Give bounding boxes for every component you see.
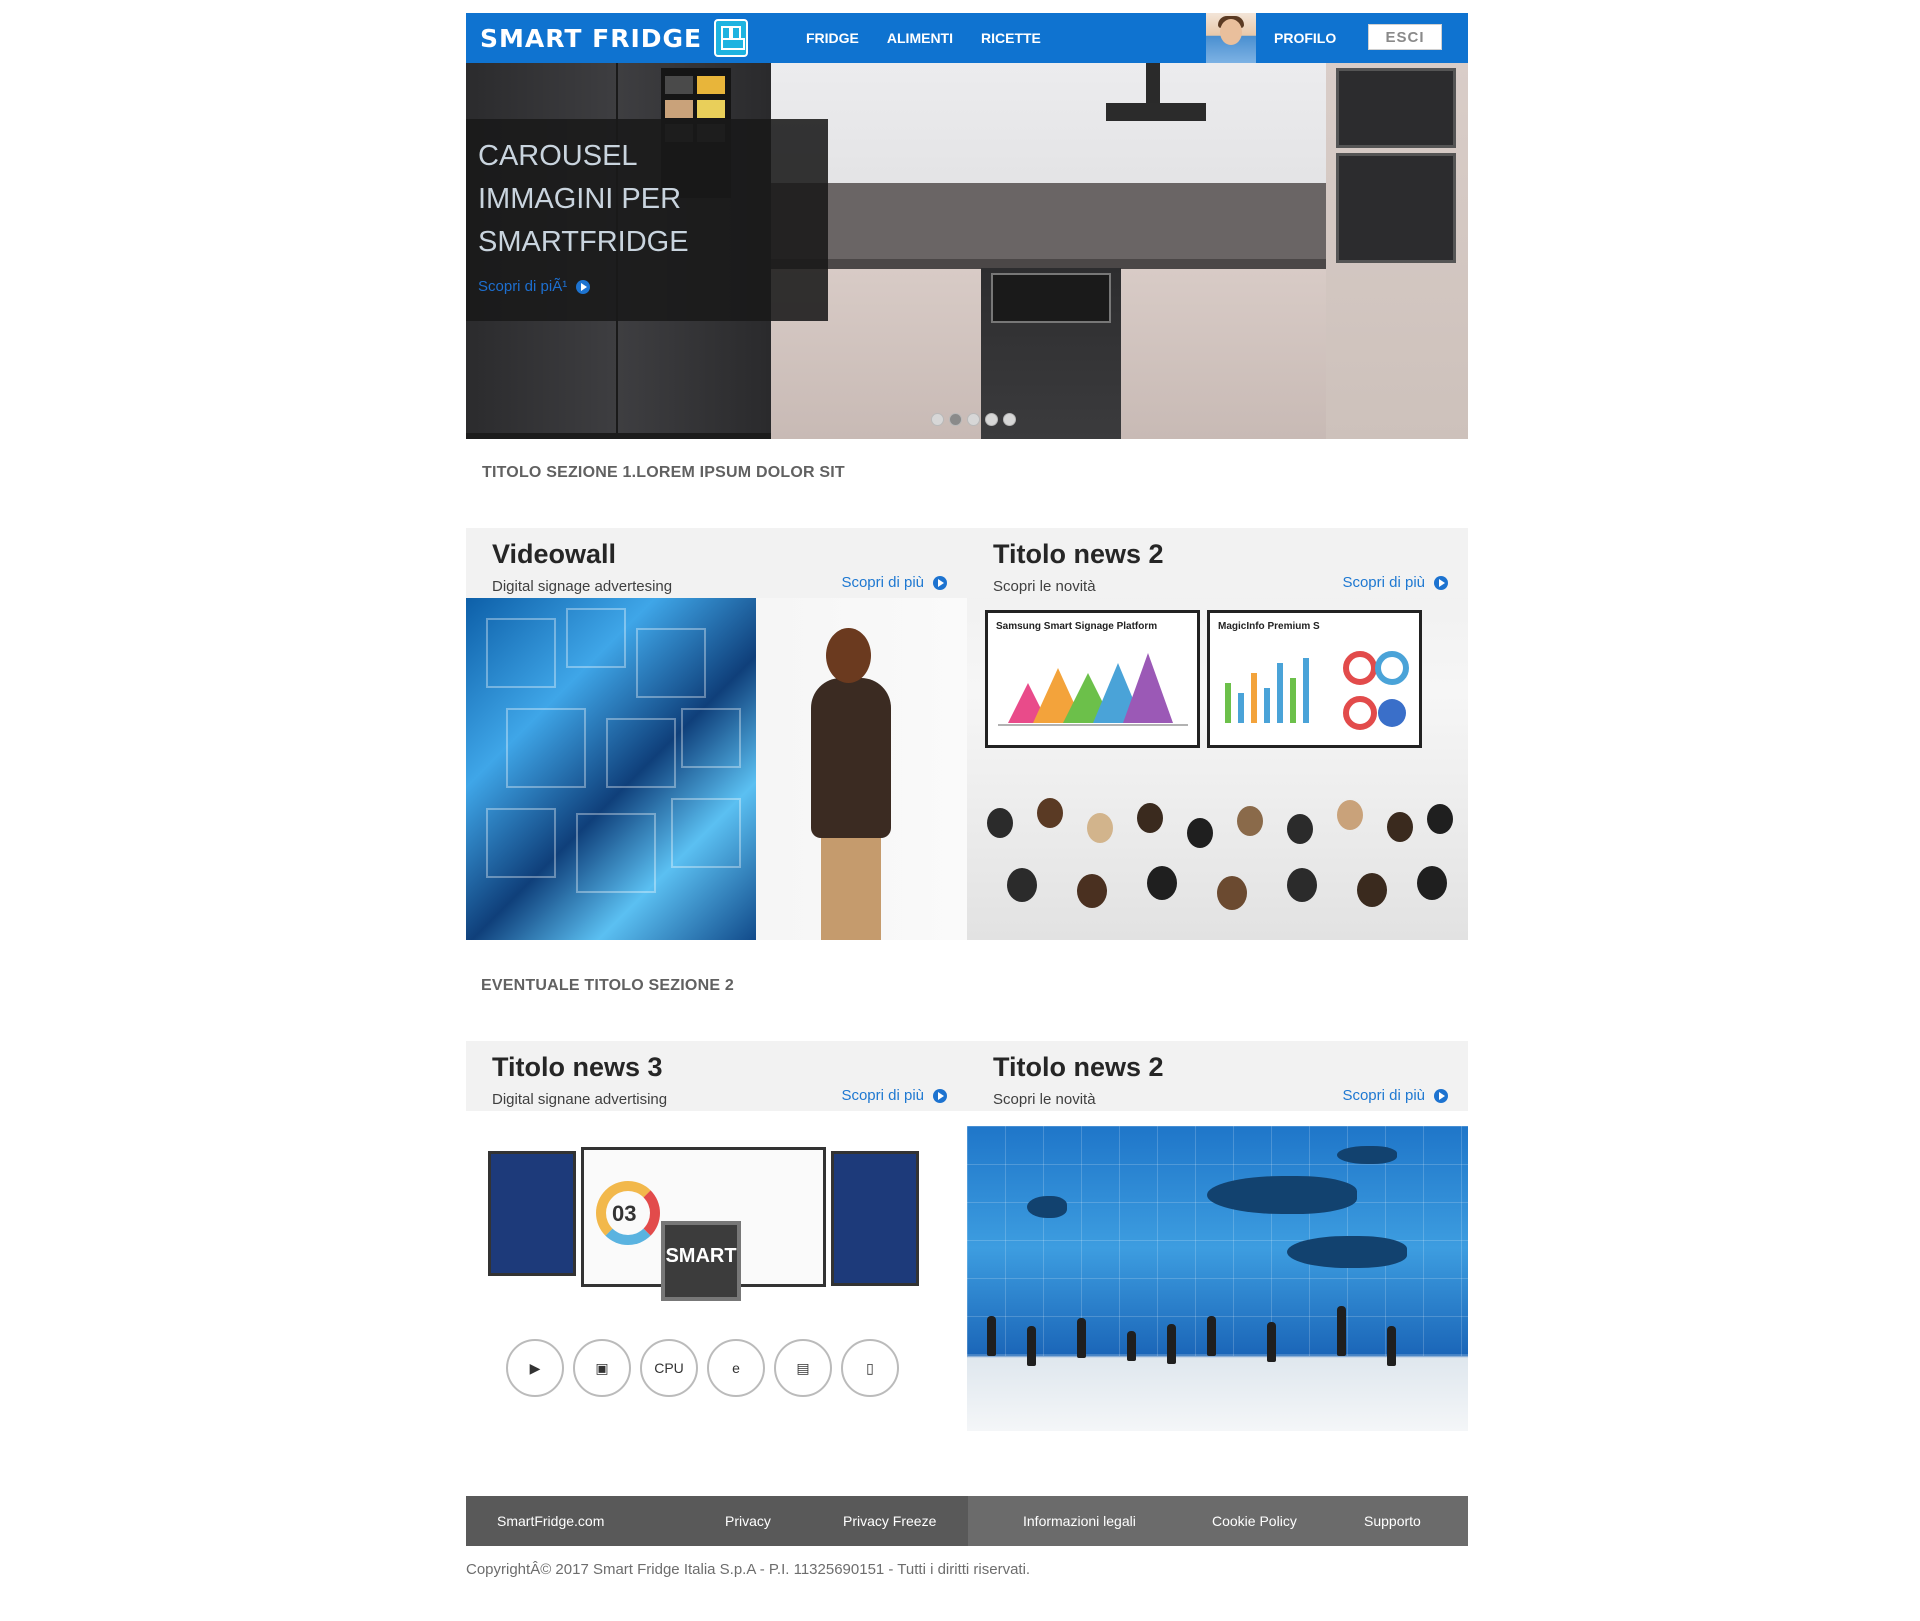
section-1-title: TITOLO SEZIONE 1.LOREM IPSUM DOLOR SIT [482, 464, 845, 481]
card-more-link[interactable]: Scopri di più [841, 574, 947, 591]
card-more-link[interactable]: Scopri di più [1342, 1087, 1448, 1104]
news-card-2[interactable]: Samsung Smart Signage Platform MagicInfo… [967, 528, 1468, 940]
card-title: Videowall [492, 539, 617, 569]
copyright-text: CopyrightÂ© 2017 Smart Fridge Italia S.p… [466, 1561, 1031, 1578]
footer-bar: SmartFridge.com Privacy Privacy Freeze I… [466, 1496, 1468, 1546]
card-subtitle: Digital signage advertesing [492, 578, 673, 595]
card-more-link[interactable]: Scopri di più [1342, 574, 1448, 591]
woman-figure [796, 628, 906, 940]
signage-screen-left: Samsung Smart Signage Platform [985, 610, 1200, 748]
card-header: Titolo news 2 Scopri le novità Scopri di… [967, 528, 1468, 598]
section-2-cards: 03 SMART ▶ ▣ CPU e ▤ ▯ Titolo news 3 Dig… [466, 1041, 1468, 1431]
card-more-label: Scopri di più [841, 1087, 924, 1104]
card-subtitle: Digital signane advertising [492, 1091, 668, 1108]
storage-icon: ▤ [774, 1339, 832, 1397]
footer-link-support[interactable]: Supporto [1364, 1513, 1421, 1529]
play-circle-icon [933, 575, 947, 590]
card-more-label: Scopri di più [1342, 1087, 1425, 1104]
content-area: TITOLO SEZIONE 1.LOREM IPSUM DOLOR SIT V… [466, 0, 1468, 1621]
footer-link-privacy[interactable]: Privacy [725, 1513, 771, 1529]
card-header: Videowall Digital signage advertesing Sc… [466, 528, 967, 598]
image-icon: ▣ [573, 1339, 631, 1397]
card-title: Titolo news 2 [993, 539, 1164, 569]
cpu-icon-label: CPU [654, 1360, 684, 1376]
chip-label: SMART [665, 1245, 737, 1267]
bar-chart-graphic [1225, 651, 1409, 730]
video-icon: ▶ [506, 1339, 564, 1397]
card-more-link[interactable]: Scopri di più [841, 1087, 947, 1104]
card-more-label: Scopri di più [1342, 574, 1425, 591]
signage-platform-image: 03 SMART ▶ ▣ CPU e ▤ ▯ [466, 1111, 967, 1431]
news-card-videowall[interactable]: Videowall Digital signage advertesing Sc… [466, 528, 967, 940]
card-subtitle: Scopri le novità [993, 578, 1096, 595]
audience-crowd [967, 778, 1468, 940]
play-circle-icon [1434, 575, 1448, 590]
play-circle-icon [933, 1088, 947, 1103]
footer-link-cookie-policy[interactable]: Cookie Policy [1212, 1513, 1297, 1529]
browser-icon: e [707, 1339, 765, 1397]
footer-link-legal[interactable]: Informazioni legali [1023, 1513, 1136, 1529]
card-subtitle: Scopri le novità [993, 1091, 1096, 1108]
play-circle-icon [1434, 1088, 1448, 1103]
news-card-4[interactable]: Titolo news 2 Scopri le novità Scopri di… [967, 1041, 1468, 1431]
donut-value: 03 [612, 1201, 637, 1226]
area-chart-graphic [998, 653, 1188, 726]
news-card-3[interactable]: 03 SMART ▶ ▣ CPU e ▤ ▯ Titolo news 3 Dig… [466, 1041, 967, 1431]
cpu-icon: CPU [640, 1339, 698, 1397]
aquarium-videowall-image [967, 1126, 1468, 1431]
samsung-chip-icon: SMART [661, 1221, 741, 1301]
card-header: Titolo news 2 Scopri le novità Scopri di… [967, 1041, 1468, 1111]
card-title: Titolo news 3 [492, 1052, 663, 1082]
section-2-title: EVENTUALE TITOLO SEZIONE 2 [481, 977, 734, 994]
signage-screen-right: MagicInfo Premium S [1207, 610, 1422, 748]
section-1-cards: Videowall Digital signage advertesing Sc… [466, 528, 1468, 940]
footer-link-smartfridge[interactable]: SmartFridge.com [497, 1513, 604, 1529]
device-icon: ▯ [841, 1339, 899, 1397]
card-title: Titolo news 2 [993, 1052, 1164, 1082]
footer-link-privacy-freeze[interactable]: Privacy Freeze [843, 1513, 936, 1529]
card-header: Titolo news 3 Digital signane advertisin… [466, 1041, 967, 1111]
card-more-label: Scopri di più [841, 574, 924, 591]
